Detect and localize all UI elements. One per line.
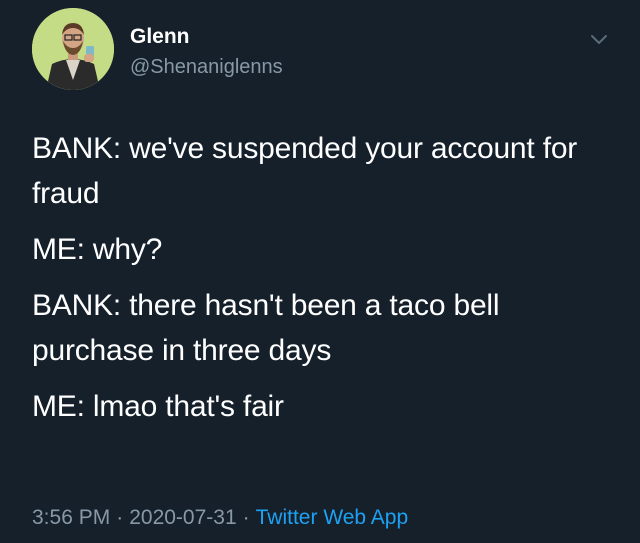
- tweet-header: Glenn @Shenaniglenns: [32, 8, 620, 92]
- tweet-paragraph: ME: why?: [32, 233, 163, 266]
- display-name[interactable]: Glenn: [130, 24, 283, 50]
- chevron-down-icon[interactable]: [588, 28, 610, 50]
- tweet-date[interactable]: 2020-07-31: [129, 506, 236, 529]
- tweet-time[interactable]: 3:56 PM: [32, 506, 110, 529]
- tweet-paragraph: ME: lmao that's fair: [32, 390, 284, 423]
- tweet-paragraph: BANK: there hasn't been a taco bell purc…: [32, 289, 500, 367]
- tweet-metadata: 3:56 PM · 2020-07-31 · Twitter Web App: [32, 506, 408, 530]
- profile-photo-icon: [32, 8, 114, 90]
- tweet-paragraph: BANK: we've suspended your account for f…: [32, 132, 578, 210]
- user-handle[interactable]: @Shenaniglenns: [130, 54, 283, 80]
- author-names: Glenn @Shenaniglenns: [130, 24, 283, 80]
- avatar[interactable]: [32, 8, 114, 90]
- separator: ·: [242, 506, 250, 529]
- source-link[interactable]: Twitter Web App: [256, 506, 409, 529]
- tweet-card: Glenn @Shenaniglenns BANK: we've suspend…: [0, 0, 640, 543]
- tweet-text: BANK: we've suspended your account for f…: [32, 126, 622, 440]
- separator: ·: [116, 506, 124, 529]
